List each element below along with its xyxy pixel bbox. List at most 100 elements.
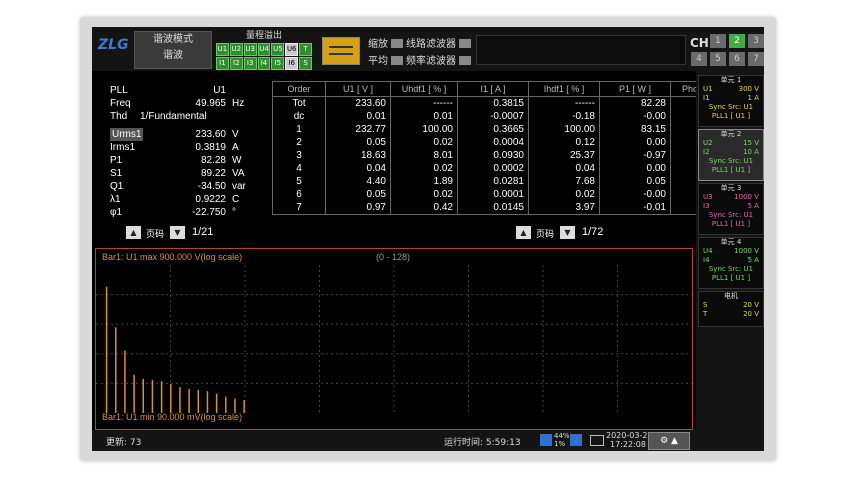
unit-sync: Sync Src: U1: [708, 103, 754, 111]
channel-5-button[interactable]: 5: [710, 52, 726, 66]
channel-1-button[interactable]: 1: [710, 34, 726, 48]
range-chip-i6: I6: [285, 57, 299, 70]
mode-button[interactable]: 谐波模式 谐波: [134, 31, 212, 69]
table-header: P1 [ W ]: [599, 81, 671, 97]
toggle-switch[interactable]: [391, 56, 403, 65]
table-cell: 0.0145: [457, 201, 529, 215]
table-cell: 0.04: [528, 162, 600, 175]
channel-4-button[interactable]: 4: [691, 52, 707, 66]
table-cell: ------: [390, 96, 458, 110]
measure-row: S1 89.22 VA: [110, 167, 260, 180]
channel-6-button[interactable]: 6: [729, 52, 745, 66]
table-cell: 0.01: [325, 110, 391, 123]
motor-panel[interactable]: 电机 S 20 V T 20 V: [698, 291, 764, 327]
unit-pll: PLL1 [ U1 ]: [711, 166, 751, 174]
average-control[interactable]: 平均 频率滤波器: [368, 52, 474, 67]
average-label: 平均: [368, 56, 388, 67]
unit-range: 5 A: [747, 256, 759, 264]
unit-sync: Sync Src: U1: [708, 265, 754, 273]
table-page-down-button[interactable]: ▼: [560, 226, 575, 239]
table-cell: 2: [272, 136, 326, 149]
measure-value: -34.50: [197, 181, 226, 192]
storage-2: 1%: [554, 440, 566, 448]
mode-value: 谐波: [163, 50, 183, 61]
table-cell: 1: [272, 123, 326, 136]
table-header: Order: [272, 81, 326, 97]
unit-title: 单元 1: [720, 76, 742, 84]
table-row: 20.050.020.00040.120.000.00: [272, 136, 738, 149]
table-cell: 100.00: [390, 123, 458, 136]
table-cell: 233.60: [325, 96, 391, 110]
line-filter-label: 线路滤波器: [406, 39, 456, 50]
table-cell: 0.02: [390, 162, 458, 175]
measure-label: φ1: [110, 207, 123, 218]
status-date: 2020-03-20: [606, 431, 653, 440]
settings-gear-button[interactable]: ⚙ ▲: [648, 432, 690, 450]
table-header: Ihdf1 [ % ]: [528, 81, 600, 97]
table-cell: 0.05: [325, 136, 391, 149]
unit-title: 单元 2: [720, 130, 742, 138]
range-chip-u6: U6: [285, 43, 299, 56]
unit-range: 15 V: [743, 139, 759, 147]
arrow-icon: [329, 46, 353, 48]
measure-value: 0.9222: [195, 194, 226, 205]
instrument-screen: ZLG 谐波模式 谐波 量程溢出 U1 U2 U3 U4 U5 U6 T I1 I2 I3 I4 I…: [92, 27, 764, 451]
monitor-icon: [590, 435, 604, 446]
unit-panel-3[interactable]: 单元 3 U3 1000 V I3 5 A Sync Src: U1 PLL1 [ U1 ]: [698, 183, 764, 235]
unit-title: 单元 3: [720, 184, 742, 192]
unit-panel-1[interactable]: 单元 1 U1 300 V I1 1 A Sync Src: U1 PLL1 [ U1 ]: [698, 75, 764, 127]
chart-canvas: [96, 265, 692, 413]
table-cell: 0.04: [325, 162, 391, 175]
unit-range: 1000 V: [734, 247, 759, 255]
zoom-label: 缩放: [368, 39, 388, 50]
channel-7-button[interactable]: 7: [748, 52, 764, 66]
table-cell: 4: [272, 162, 326, 175]
table-cell: Tot: [272, 96, 326, 110]
unit-panel-4[interactable]: 单元 4 U4 1000 V I4 5 A Sync Src: U1 PLL1 [ U1 ]: [698, 237, 764, 289]
range-chip-i4: I4: [257, 57, 271, 70]
unit-channel: U3: [703, 193, 713, 201]
table-row: Tot233.60------0.3815------82.28------: [272, 96, 738, 110]
table-cell: 4.40: [325, 175, 391, 188]
motor-title: 电机: [724, 292, 738, 300]
table-cell: 3: [272, 149, 326, 162]
table-cell: 0.02: [528, 188, 600, 201]
measure-label: λ1: [110, 194, 121, 205]
unit-panel-2[interactable]: 单元 2 U2 15 V I2 10 A Sync Src: U1 PLL1 [ U1 ]: [698, 129, 764, 181]
page-down-button[interactable]: ▼: [170, 226, 185, 239]
table-cell: 0.12: [528, 136, 600, 149]
page-label: 页码: [146, 230, 165, 240]
channel-3-button[interactable]: 3: [748, 34, 764, 48]
toggle-switch[interactable]: [391, 39, 403, 48]
table-cell: 6: [272, 188, 326, 201]
measure-value: 233.60: [195, 129, 226, 140]
page-up-button[interactable]: ▲: [126, 226, 141, 239]
unit-channel: I4: [703, 256, 710, 264]
toggle-switch[interactable]: [459, 56, 471, 65]
freq-unit: Hz: [232, 98, 245, 109]
table-cell: 5: [272, 175, 326, 188]
unit-channel: U4: [703, 247, 713, 255]
table-cell: -0.01: [599, 201, 671, 215]
freq-filter-label: 频率滤波器: [406, 56, 456, 67]
table-page-up-button[interactable]: ▲: [516, 226, 531, 239]
zoom-control[interactable]: 缩放 线路滤波器: [368, 35, 474, 50]
table-cell: 0.0004: [457, 136, 529, 149]
chart-min-label: Bar1: U1 min 90.000 mV(log scale): [102, 412, 243, 422]
motor-range: 20 V: [743, 310, 759, 318]
swap-arrows-button[interactable]: [322, 37, 360, 65]
table-row: 1232.77100.000.3665100.0083.15100.00: [272, 123, 738, 136]
table-page-label: 页码: [536, 230, 555, 240]
page-indicator: 1/21: [192, 226, 214, 238]
channel-2-button[interactable]: 2: [729, 34, 745, 48]
unit-range: 300 V: [738, 85, 759, 93]
arrow-icon: [329, 53, 353, 55]
measure-label: S1: [110, 168, 123, 179]
range-overflow-panel: 量程溢出 U1 U2 U3 U4 U5 U6 T I1 I2 I3 I4 I5 I6 S: [216, 30, 313, 70]
pll-value: U1: [213, 85, 226, 96]
table-cell: 0.42: [390, 201, 458, 215]
unit-side-panel: 单元 1 U1 300 V I1 1 A Sync Src: U1 PLL1 [ U1 ] 单…: [696, 71, 764, 451]
toggle-switch[interactable]: [459, 39, 471, 48]
measure-value: 0.3819: [195, 142, 226, 153]
measure-unit: V: [232, 129, 239, 140]
